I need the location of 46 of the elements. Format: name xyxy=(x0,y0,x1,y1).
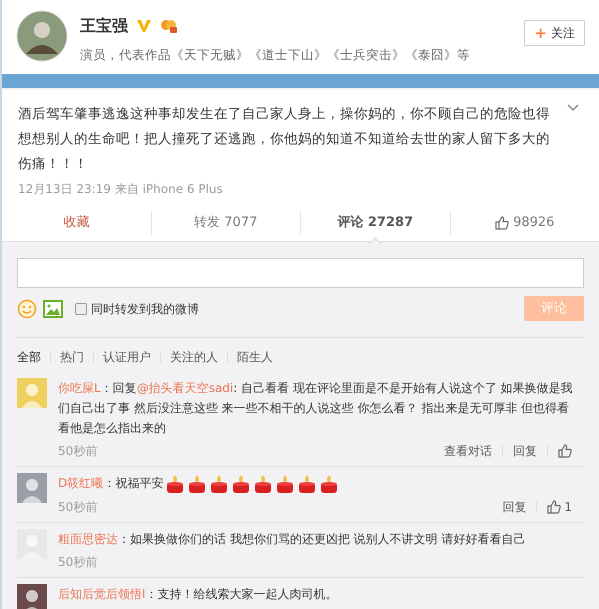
thumbs-up-icon xyxy=(495,216,510,230)
image-icon xyxy=(43,300,63,318)
follow-button[interactable]: + 关注 xyxy=(524,20,585,46)
comment-text: 你吃屎L：回复@抬头看天空sadi: 自己看看 现在评论里面是不是开始有人说这个了 如果换做是我们自己出了事 然后没注意这些 来一些不相干的人说这些 你怎么看？ 指出来是无可厚非 但也得看看他是怎么指出来的 xyxy=(58,380,574,437)
filter-tab[interactable]: 陌生人 xyxy=(237,348,273,366)
post-text: 酒后驾车肇事逃逸这种事却发生在了自己家人身上，操你妈的，你不顾自己的危险也得想想别人的生命吧！把人撞死了还逃跑，你他妈的知道不知道给去世的家人留下多大的伤痛！！！ xyxy=(18,105,551,174)
candle-icon xyxy=(253,474,274,494)
user-name: 王宝强 xyxy=(80,15,128,37)
filter-tab[interactable]: 关注的人 xyxy=(170,348,218,366)
candle-icon xyxy=(297,474,318,494)
favorite-tab[interactable]: 收藏 xyxy=(63,212,90,232)
user-avatar xyxy=(17,584,47,609)
filter-tab[interactable]: 全部 xyxy=(17,348,41,366)
comment-time: 50秒前 xyxy=(58,443,98,460)
comment-time: 50秒前 xyxy=(58,554,98,571)
comment-input[interactable] xyxy=(17,258,584,288)
comment-tab[interactable]: 评论 27287 xyxy=(337,212,414,232)
comment-like-button[interactable] xyxy=(558,444,572,458)
candle-icon xyxy=(187,474,208,494)
like-button[interactable]: 98926 xyxy=(495,212,554,232)
filter-tab[interactable]: 热门 xyxy=(60,348,84,366)
repost-label: 同时转发到我的微博 xyxy=(91,300,199,318)
comment-text: 后知后觉后领悟l：支持！给线索大家一起人肉司机。 xyxy=(58,586,338,603)
chevron-down-icon xyxy=(567,104,579,112)
candle-icon xyxy=(209,474,230,494)
smiley-icon xyxy=(17,298,37,318)
comment-text: D筱红曦：祝福平安 xyxy=(58,473,584,494)
comment-like-button[interactable]: 1 xyxy=(547,498,572,516)
filter-tab[interactable]: 认证用户 xyxy=(103,348,151,366)
comment-action-link[interactable]: 查看对话 xyxy=(444,442,492,460)
badge-icon xyxy=(160,18,178,34)
comment-action-link[interactable]: 回复 xyxy=(513,442,537,460)
repost-tab[interactable]: 转发 7077 xyxy=(194,212,258,232)
candle-icon xyxy=(231,474,252,494)
comment-time: 50秒前 xyxy=(58,498,98,516)
candle-icon xyxy=(319,474,340,494)
repost-checkbox[interactable] xyxy=(75,302,87,314)
comment-action-link[interactable]: 回复 xyxy=(502,498,526,516)
comment-text: 粗面思密达：如果换做你们的话 我想你们骂的还更凶把 说别人不讲文明 请好好看看自己 xyxy=(58,530,526,548)
candle-icon xyxy=(165,474,186,494)
avatar xyxy=(16,10,68,62)
post-time: 12月13日 23:19 来自 iPhone 6 Plus xyxy=(18,181,224,198)
user-bio: 演员，代表作品《天下无贼》《道士下山》《士兵突击》《泰囧》等 xyxy=(80,46,470,64)
candle-icon xyxy=(275,474,296,494)
user-avatar xyxy=(17,473,47,503)
user-avatar xyxy=(17,378,47,408)
